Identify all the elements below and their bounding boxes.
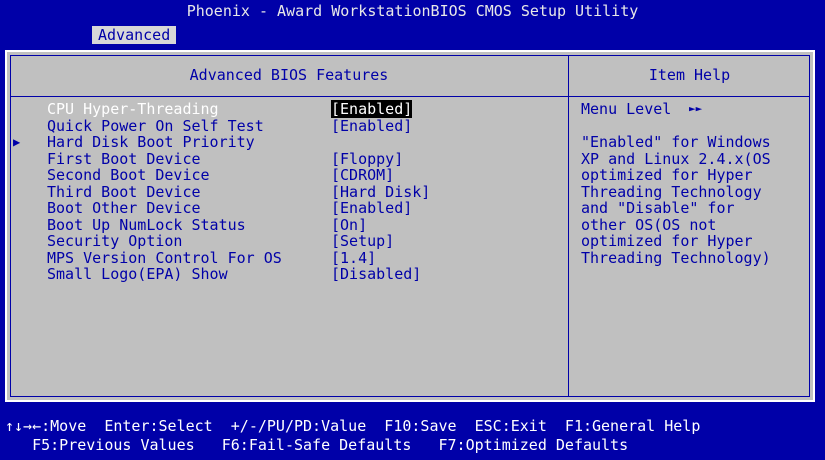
key-legend-line-1: ↑↓→←:Move Enter:Select +/-/PU/PD:Value F… <box>5 417 701 435</box>
setting-row[interactable]: Third Boot Device [Hard Disk] <box>29 182 559 201</box>
item-help-panel: Menu Level ►► "Enabled" for Windows XP a… <box>581 101 806 266</box>
setting-label: MPS Version Control For OS <box>47 248 282 267</box>
menu-tab-advanced[interactable]: Advanced <box>92 26 177 44</box>
menu-bar: Advanced <box>0 24 825 44</box>
window-title: Phoenix - Award WorkstationBIOS CMOS Set… <box>0 0 825 26</box>
setup-panel: Advanced BIOS Features Item Help CPU Hyp… <box>5 50 815 402</box>
key-legend-line-2: F5:Previous Values F6:Fail-Safe Defaults… <box>5 436 629 454</box>
setting-value[interactable]: [Disabled] <box>331 266 421 283</box>
setting-row[interactable]: Second Boot Device [CDROM] <box>29 167 559 184</box>
setting-label: Boot Other Device <box>47 199 201 217</box>
help-heading: Item Help <box>648 66 731 84</box>
setting-value[interactable]: [Floppy] <box>331 150 403 168</box>
submenu-arrow-icon: ▶ <box>13 135 21 149</box>
setting-row[interactable]: Quick Power On Self Test [Enabled] <box>29 116 559 135</box>
settings-list: CPU Hyper-Threading [Enabled] Quick Power … <box>13 100 559 283</box>
setting-label: Boot Up NumLock Status <box>47 215 246 234</box>
setting-value[interactable]: [Setup] <box>331 233 394 250</box>
panel-divider-horizontal <box>10 96 810 97</box>
setting-value[interactable]: [Enabled] <box>331 200 412 217</box>
menu-level: Menu Level ►► <box>581 101 806 118</box>
setting-value[interactable]: [CDROM] <box>331 167 394 184</box>
section-heading: Advanced BIOS Features <box>189 66 389 84</box>
setting-value[interactable]: [On] <box>331 216 367 234</box>
setting-row[interactable]: First Boot Device [Floppy] <box>29 149 559 168</box>
menu-level-label: Menu Level <box>581 100 672 118</box>
setting-row[interactable]: Boot Other Device [Enabled] <box>29 200 559 217</box>
setting-label: Security Option <box>47 232 183 250</box>
setting-row[interactable]: Security Option [Setup] <box>29 233 559 250</box>
setting-row[interactable]: Small Logo(EPA) Show [Disabled] <box>29 266 559 283</box>
panel-divider-vertical <box>568 55 569 397</box>
help-text: "Enabled" for Windows XP and Linux 2.4.x… <box>581 133 771 267</box>
selected-value-highlight[interactable]: [Enabled] <box>331 100 413 118</box>
key-legend: ↑↓→←:Move Enter:Select +/-/PU/PD:Value F… <box>5 417 817 459</box>
setting-value[interactable]: [Enabled] <box>331 117 412 135</box>
setting-value[interactable]: [1.4] <box>331 249 376 267</box>
setting-row[interactable]: ▶ Hard Disk Boot Priority <box>13 133 559 151</box>
setting-value[interactable]: [Hard Disk] <box>331 183 430 201</box>
setting-row[interactable]: Boot Up NumLock Status [On] <box>29 215 559 234</box>
setting-label: Second Boot Device <box>47 166 210 184</box>
setting-row[interactable]: MPS Version Control For OS [1.4] <box>29 248 559 267</box>
setting-label: CPU Hyper-Threading <box>47 100 219 118</box>
setting-label: Small Logo(EPA) Show <box>47 265 228 283</box>
setting-label: First Boot Device <box>47 149 201 168</box>
setting-label: Hard Disk Boot Priority <box>47 133 255 151</box>
setting-label: Quick Power On Self Test <box>47 116 264 135</box>
setting-label: Third Boot Device <box>47 182 201 201</box>
setting-row[interactable]: CPU Hyper-Threading [Enabled] <box>29 100 559 118</box>
double-arrow-icon: ►► <box>689 102 703 115</box>
setting-value[interactable]: [Enabled] <box>331 100 413 118</box>
